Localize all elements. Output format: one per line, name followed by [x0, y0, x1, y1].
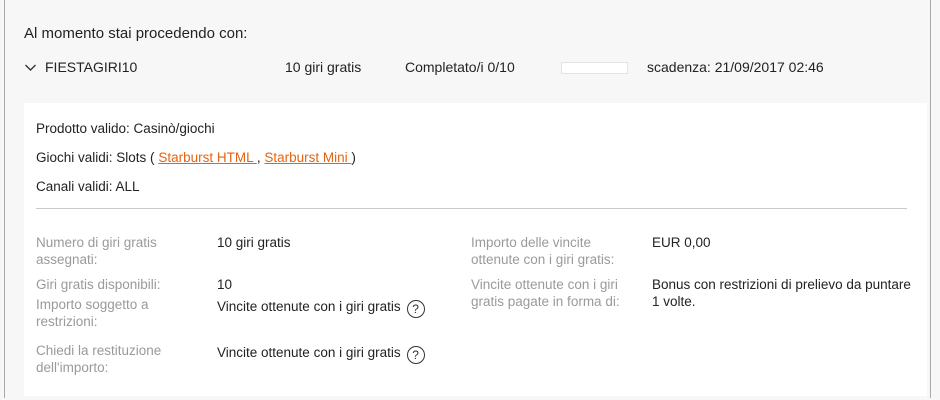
valid-games-suffix: )	[351, 150, 356, 165]
refund-label: Chiedi la restituzione dell'importo:	[36, 343, 162, 375]
game-link-starburst-html[interactable]: Starburst HTML	[158, 150, 257, 165]
expiry-date: scadenza: 21/09/2017 02:46	[647, 59, 824, 75]
free-spins-count: 10 giri gratis	[285, 59, 362, 75]
bonus-summary-row[interactable]: FIESTAGIRI10 10 giri gratis Completato/i…	[24, 59, 914, 79]
help-icon[interactable]: ?	[406, 300, 425, 318]
available-spins-label: Giri gratis disponibili:	[36, 277, 161, 292]
valid-channels: Canali validi: ALL	[36, 179, 140, 194]
bonus-code: FIESTAGIRI10	[45, 59, 138, 75]
restricted-amount-value: Vincite ottenute con i giri gratis?	[217, 298, 425, 318]
valid-games: Giochi validi: Slots ( Starburst HTML , …	[36, 150, 356, 165]
valid-product: Prodotto valido: Casinò/giochi	[36, 121, 215, 136]
assigned-spins-label: Numero di giri gratis assegnati:	[36, 235, 157, 267]
restricted-amount-label: Importo soggetto a restrizioni:	[36, 297, 149, 329]
paid-form-value: Bonus con restrizioni di prelievo da pun…	[652, 277, 911, 309]
section-title: Al momento stai procedendo con:	[24, 25, 248, 42]
bonus-panel: Al momento stai procedendo con: FIESTAGI…	[4, 0, 931, 398]
paid-form-label: Vincite ottenute con i giri gratis pagat…	[471, 277, 620, 309]
divider	[36, 208, 907, 209]
winnings-amount-value: EUR 0,00	[652, 235, 711, 250]
help-icon[interactable]: ?	[406, 346, 425, 364]
assigned-spins-value: 10 giri gratis	[217, 235, 291, 250]
progress-bar	[561, 62, 628, 74]
games-separator: ,	[256, 150, 261, 165]
refund-text: Vincite ottenute con i giri gratis	[217, 345, 401, 360]
chevron-down-icon[interactable]	[24, 61, 37, 74]
valid-games-prefix: Giochi validi: Slots (	[36, 150, 155, 165]
refund-value: Vincite ottenute con i giri gratis?	[217, 344, 425, 364]
completion-status: Completato/i 0/10	[405, 59, 515, 75]
game-link-starburst-mini[interactable]: Starburst Mini	[264, 150, 351, 165]
available-spins-value: 10	[217, 277, 233, 292]
restricted-amount-text: Vincite ottenute con i giri gratis	[217, 299, 401, 314]
bonus-details: Prodotto valido: Casinò/giochi Giochi va…	[24, 103, 927, 396]
winnings-amount-label: Importo delle vincite ottenute con i gir…	[471, 235, 615, 267]
